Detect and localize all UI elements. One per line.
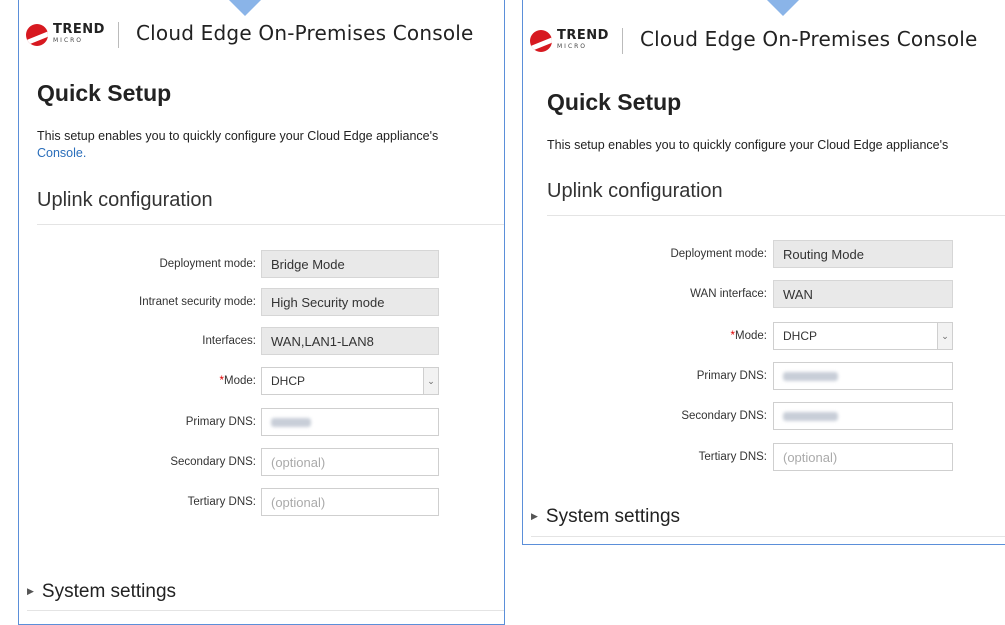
console-title: Cloud Edge On-Premises Console	[136, 21, 474, 45]
tertiary-dns-input[interactable]: (optional)	[261, 488, 439, 516]
logo-subtext: MICRO	[53, 37, 84, 44]
mode-row: *Mode:	[523, 322, 767, 352]
console-link[interactable]: Console.	[37, 146, 86, 160]
intro-text: This setup enables you to quickly config…	[37, 128, 438, 162]
wan-interface-field: WAN	[773, 280, 953, 308]
intranet-security-mode-row: Intranet security mode:	[19, 288, 256, 318]
intranet-security-mode-field: High Security mode	[261, 288, 439, 316]
primary-dns-input[interactable]	[261, 408, 439, 436]
deployment-mode-field: Routing Mode	[773, 240, 953, 268]
section-divider	[37, 224, 504, 225]
mode-select[interactable]: DHCP ⌄	[773, 322, 953, 350]
arrow-indicator	[761, 0, 805, 16]
mode-select-value: DHCP	[271, 374, 306, 388]
triangle-right-icon: ▶	[27, 586, 34, 597]
secondary-dns-row: Secondary DNS:	[19, 448, 256, 478]
mode-select-value: DHCP	[783, 329, 818, 343]
interfaces-field: WAN,LAN1-LAN8	[261, 327, 439, 355]
deployment-mode-row: Deployment mode:	[19, 250, 256, 280]
chevron-down-icon[interactable]: ⌄	[937, 323, 952, 349]
logo-subtext: MICRO	[557, 43, 588, 50]
mode-label: Mode:	[735, 330, 767, 342]
system-settings-label: System settings	[545, 506, 681, 527]
left-panel: TREND MICRO Cloud Edge On-Premises Conso…	[18, 0, 505, 625]
secondary-dns-input[interactable]: (optional)	[261, 448, 439, 476]
section-divider	[27, 610, 504, 611]
header-divider	[118, 22, 119, 48]
system-settings-toggle[interactable]: ▶ System settings	[27, 581, 176, 603]
section-divider	[547, 215, 1005, 216]
console-title: Cloud Edge On-Premises Console	[640, 27, 978, 51]
console-header: TREND MICRO Cloud Edge On-Premises Conso…	[523, 20, 1005, 60]
field-label: *Mode:	[220, 375, 256, 387]
deployment-mode-row: Deployment mode:	[523, 240, 767, 270]
secondary-dns-row: Secondary DNS:	[523, 402, 767, 432]
system-settings-toggle[interactable]: ▶ System settings	[531, 506, 680, 528]
triangle-right-icon: ▶	[531, 511, 538, 522]
field-label: Primary DNS:	[185, 416, 256, 428]
logo-wordmark: TREND	[557, 28, 609, 43]
deployment-mode-field: Bridge Mode	[261, 250, 439, 278]
redacted-value	[783, 372, 838, 381]
trend-micro-logo-icon	[530, 30, 552, 52]
mode-row: *Mode:	[19, 367, 256, 397]
page-title: Quick Setup	[37, 80, 172, 106]
secondary-dns-input[interactable]	[773, 402, 953, 430]
field-label: Interfaces:	[202, 335, 256, 347]
primary-dns-row: Primary DNS:	[19, 408, 256, 438]
wan-interface-row: WAN interface:	[523, 280, 767, 310]
tertiary-dns-row: Tertiary DNS:	[523, 443, 767, 473]
mode-select[interactable]: DHCP ⌄	[261, 367, 439, 395]
field-label: Tertiary DNS:	[698, 451, 767, 463]
field-label: Secondary DNS:	[681, 410, 767, 422]
tertiary-dns-input[interactable]: (optional)	[773, 443, 953, 471]
mode-label: Mode:	[224, 375, 256, 387]
system-settings-label: System settings	[41, 581, 177, 602]
field-label: Secondary DNS:	[170, 456, 256, 468]
trend-micro-logo-icon	[26, 24, 48, 46]
logo-wordmark: TREND	[53, 22, 105, 37]
redacted-value	[783, 412, 838, 421]
section-divider	[531, 536, 1005, 537]
chevron-down-icon[interactable]: ⌄	[423, 368, 438, 394]
console-header: TREND MICRO Cloud Edge On-Premises Conso…	[19, 14, 504, 54]
page-title: Quick Setup	[547, 89, 682, 115]
field-label: *Mode:	[731, 330, 767, 342]
field-label: Deployment mode:	[159, 258, 256, 270]
primary-dns-row: Primary DNS:	[523, 362, 767, 392]
intro-text: This setup enables you to quickly config…	[547, 138, 949, 152]
field-label: Deployment mode:	[670, 248, 767, 260]
primary-dns-input[interactable]	[773, 362, 953, 390]
tertiary-dns-row: Tertiary DNS:	[19, 488, 256, 518]
field-label: Tertiary DNS:	[187, 496, 256, 508]
header-divider	[622, 28, 623, 54]
redacted-value	[271, 418, 311, 427]
field-label: Primary DNS:	[696, 370, 767, 382]
field-label: Intranet security mode:	[139, 296, 256, 308]
intro-sentence: This setup enables you to quickly config…	[37, 129, 439, 143]
right-panel: TREND MICRO Cloud Edge On-Premises Conso…	[522, 0, 1005, 545]
section-title: Uplink configuration	[37, 189, 213, 211]
field-label: WAN interface:	[690, 288, 767, 300]
interfaces-row: Interfaces:	[19, 327, 256, 357]
section-title: Uplink configuration	[547, 180, 723, 202]
